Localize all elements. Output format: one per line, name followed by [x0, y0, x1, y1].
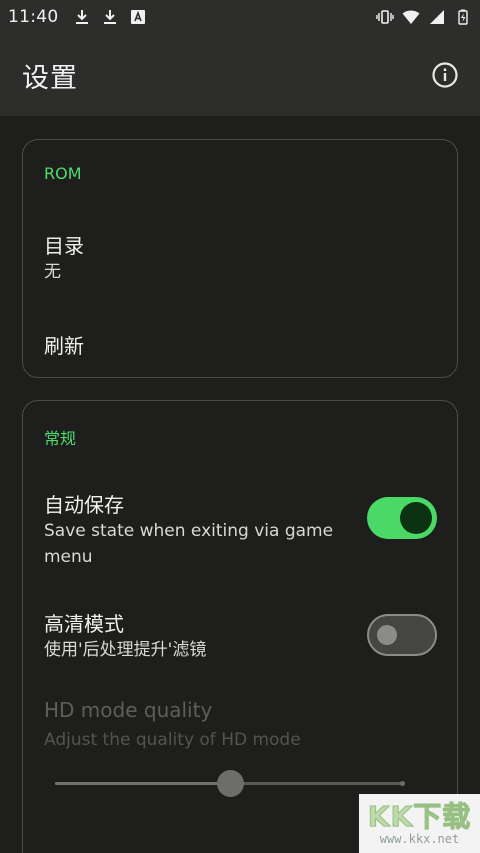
download-icon [73, 8, 91, 26]
status-right-icons [376, 8, 472, 26]
text-a-icon [129, 8, 147, 26]
signal-icon [428, 8, 446, 26]
page-title: 设置 [22, 62, 78, 94]
rom-refresh-title: 刷新 [44, 334, 84, 358]
general-section-header: 常规 [44, 429, 77, 448]
auto-save-subtitle-line1: Save state when exiting via game [44, 521, 334, 541]
vibrate-icon [376, 8, 394, 26]
auto-save-title: 自动保存 [44, 493, 124, 517]
auto-save-item[interactable]: 自动保存 Save state when exiting via game me… [23, 477, 457, 577]
rom-section-header: ROM [44, 164, 82, 183]
general-section-card: 常规 自动保存 Save state when exiting via game… [22, 400, 458, 853]
auto-save-toggle[interactable] [367, 497, 437, 539]
hd-mode-item[interactable]: 高清模式 使用'后处理提升'滤镜 [23, 597, 457, 671]
app-bar: 设置 [0, 34, 480, 116]
toggle-knob [377, 625, 397, 645]
rom-refresh-item[interactable]: 刷新 [23, 314, 457, 370]
slider-thumb[interactable] [217, 770, 244, 797]
rom-directory-value: 无 [44, 262, 61, 282]
status-time: 11:40 [8, 7, 59, 27]
status-left-icons [73, 8, 147, 26]
hd-quality-slider[interactable] [55, 769, 405, 799]
hd-quality-title: HD mode quality [44, 698, 213, 722]
auto-save-subtitle-line2: menu [44, 547, 93, 567]
info-icon [432, 62, 458, 88]
download-icon [101, 8, 119, 26]
hd-mode-toggle[interactable] [367, 614, 437, 656]
slider-fill [55, 782, 230, 785]
battery-icon [454, 8, 472, 26]
watermark-logo: KK下载 [367, 799, 472, 833]
hd-mode-title: 高清模式 [44, 612, 124, 636]
rom-directory-item[interactable]: 目录 无 [23, 218, 457, 296]
status-bar: 11:40 [0, 0, 480, 34]
watermark: KK下载 www.kkx.net [359, 794, 480, 853]
info-button[interactable] [430, 60, 460, 90]
watermark-url: www.kkx.net [379, 831, 460, 846]
rom-section-card: ROM 目录 无 刷新 [22, 139, 458, 378]
settings-content[interactable]: ROM 目录 无 刷新 常规 自动保存 Save state when exit… [0, 116, 480, 853]
wifi-icon [402, 8, 420, 26]
hd-mode-subtitle: 使用'后处理提升'滤镜 [44, 640, 207, 660]
slider-end-dot [400, 781, 405, 786]
rom-directory-title: 目录 [44, 234, 84, 258]
toggle-knob [400, 502, 432, 534]
hd-quality-subtitle: Adjust the quality of HD mode [44, 730, 301, 750]
